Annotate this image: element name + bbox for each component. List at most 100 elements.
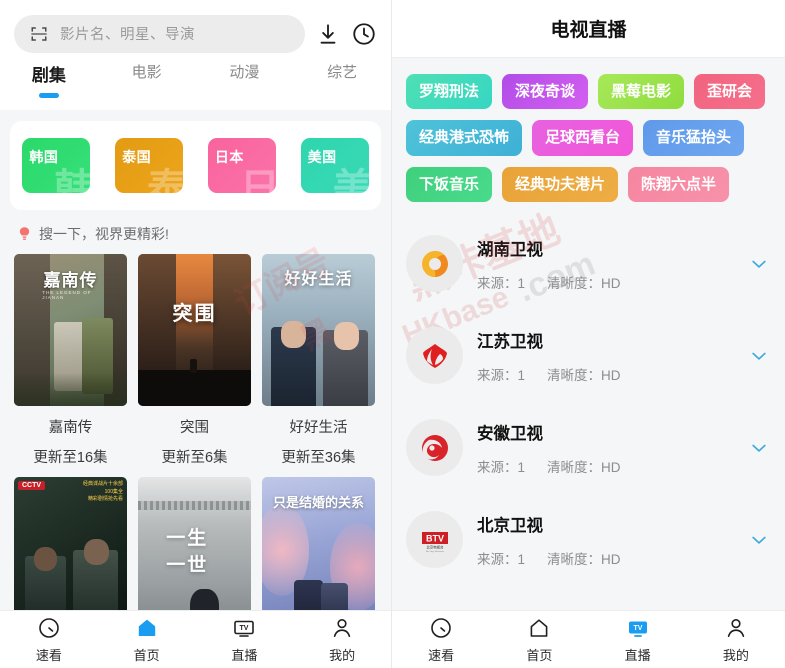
region-chip-korea[interactable]: 韩国 韩: [22, 138, 91, 193]
nav-label: 直播: [231, 647, 258, 663]
bottom-navigation[interactable]: 速看 首页 TV 直播 我的: [0, 610, 391, 668]
poster-grid: 嘉南传 THE LEGEND OF JIANAN 嘉南传 更新至16集 突围 突…: [0, 254, 391, 629]
nav-item-quickview[interactable]: 速看: [0, 616, 98, 664]
poster-card[interactable]: 一生一世: [138, 477, 251, 629]
dual-phone-screenshot: 影片名、明星、导演 剧集 电影 动漫 综艺 韩国 韩 泰国 泰 日本 日 美国 …: [0, 0, 785, 668]
nav-item-profile[interactable]: 我的: [293, 616, 391, 664]
nav-item-live[interactable]: TV 直播: [589, 616, 687, 664]
user-icon: [724, 616, 748, 640]
search-header: 影片名、明星、导演: [0, 0, 391, 57]
channel-name: 湖南卫视: [477, 240, 543, 259]
channel-quality: 清晰度：HD: [547, 367, 621, 383]
nav-label: 速看: [35, 647, 62, 663]
scan-icon[interactable]: [30, 25, 48, 43]
tag-classic-hk-horror[interactable]: 经典港式恐怖: [406, 120, 523, 156]
nav-item-home[interactable]: 首页: [98, 616, 196, 664]
channel-source: 来源：1: [477, 367, 526, 383]
channel-source: 来源：1: [477, 275, 526, 291]
nav-item-live[interactable]: TV 直播: [196, 616, 294, 664]
poster-image[interactable]: 只是结婚的关系: [262, 477, 375, 629]
tab-movies[interactable]: 电影: [98, 61, 196, 94]
poster-title: 好好生活: [289, 420, 348, 436]
poster-image[interactable]: 好好生活: [262, 254, 375, 406]
region-chip-thailand[interactable]: 泰国 泰: [115, 138, 184, 193]
tag-football-west-stand[interactable]: 足球西看台: [532, 120, 634, 156]
svg-text:TV: TV: [633, 625, 642, 632]
channel-meta: 来源：1 清晰度：HD: [477, 364, 735, 384]
poster-episode-status: 更新至16集: [33, 450, 108, 466]
chevron-down-icon[interactable]: [749, 346, 769, 366]
search-tip-text: 搜一下，视界更精彩!: [39, 226, 169, 242]
region-shortcuts: 韩国 韩 泰国 泰 日本 日 美国 美: [10, 121, 381, 210]
poster-image[interactable]: 一生一世: [138, 477, 251, 629]
poster-image[interactable]: CCTV 经典谍战片十余部 100集全 精彩剧情抢先看: [14, 477, 127, 629]
speed-clock-icon: [37, 616, 61, 640]
poster-image[interactable]: 突围: [138, 254, 251, 406]
download-icon[interactable]: [315, 21, 341, 47]
channel-list: 湖南卫视 来源：1 清晰度：HD 江苏卫视 来源：1 清晰度：HD 安徽卫视 来…: [392, 214, 785, 586]
region-label: 美国: [307, 149, 337, 165]
channel-meta: 来源：1 清晰度：HD: [477, 548, 735, 568]
nav-label: 直播: [624, 647, 651, 663]
search-input[interactable]: 影片名、明星、导演: [14, 14, 305, 53]
chevron-down-icon[interactable]: [749, 438, 769, 458]
chevron-down-icon[interactable]: [749, 254, 769, 274]
nav-item-home[interactable]: 首页: [490, 616, 588, 664]
tag-chenxiang-630[interactable]: 陈翔六点半: [628, 166, 730, 202]
channel-row-jiangsu[interactable]: 江苏卫视 来源：1 清晰度：HD: [392, 310, 785, 402]
channel-name: 北京卫视: [477, 516, 543, 535]
poster-card[interactable]: CCTV 经典谍战片十余部 100集全 精彩剧情抢先看: [14, 477, 127, 629]
btv-logo: BTV 北京电视台 Bei Jing Television: [406, 511, 463, 569]
region-label: 泰国: [122, 149, 152, 165]
nav-label: 我的: [329, 647, 356, 663]
nav-item-profile[interactable]: 我的: [687, 616, 785, 664]
poster-episode-status: 更新至36集: [281, 450, 356, 466]
channel-source: 来源：1: [477, 551, 526, 567]
tag-blackberry-movies[interactable]: 黑莓电影: [598, 74, 685, 110]
region-ghost-char: 韩: [54, 167, 91, 193]
svg-text:BTV: BTV: [426, 533, 444, 543]
region-ghost-char: 泰: [147, 167, 184, 193]
category-tabs[interactable]: 剧集 电影 动漫 综艺: [0, 57, 391, 110]
svg-text:北京电视台: 北京电视台: [426, 544, 444, 549]
nav-label: 速看: [428, 647, 455, 663]
poster-image[interactable]: 嘉南传 THE LEGEND OF JIANAN: [14, 254, 127, 406]
poster-card[interactable]: 突围 突围 更新至6集: [138, 254, 251, 467]
region-chip-japan[interactable]: 日本 日: [207, 138, 276, 193]
poster-card[interactable]: 只是结婚的关系: [262, 477, 375, 629]
channel-info: 湖南卫视 来源：1 清晰度：HD: [477, 236, 735, 292]
lightbulb-icon: [18, 226, 31, 243]
channel-quality: 清晰度：HD: [547, 275, 621, 291]
tag-luoxiang-criminal-law[interactable]: 罗翔刑法: [406, 74, 493, 110]
tag-music-lift[interactable]: 音乐猛抬头: [643, 120, 745, 156]
tab-dramas[interactable]: 剧集: [0, 61, 98, 98]
channel-row-hunan[interactable]: 湖南卫视 来源：1 清晰度：HD: [392, 218, 785, 310]
tag-classic-kungfu-hk[interactable]: 经典功夫港片: [502, 166, 619, 202]
nav-item-quickview[interactable]: 速看: [392, 616, 490, 664]
channel-row-anhui[interactable]: 安徽卫视 来源：1 清晰度：HD: [392, 402, 785, 494]
tag-dinner-music[interactable]: 下饭音乐: [406, 166, 493, 202]
poster-card[interactable]: 嘉南传 THE LEGEND OF JIANAN 嘉南传 更新至16集: [14, 254, 127, 467]
user-icon: [330, 616, 354, 640]
nav-label: 首页: [133, 647, 160, 663]
svg-text:TV: TV: [240, 625, 249, 632]
tab-active-indicator: [38, 93, 59, 98]
tab-anime[interactable]: 动漫: [196, 61, 294, 94]
bottom-navigation[interactable]: 速看 首页 TV 直播 我的: [392, 610, 785, 668]
poster-card[interactable]: 好好生活 好好生活 更新至36集: [262, 254, 375, 467]
tab-label: 综艺: [327, 64, 358, 81]
channel-info: 江苏卫视 来源：1 清晰度：HD: [477, 328, 735, 384]
channel-source: 来源：1: [477, 459, 526, 475]
chevron-down-icon[interactable]: [749, 530, 769, 550]
channel-row-beijing[interactable]: BTV 北京电视台 Bei Jing Television 北京卫视 来源：1 …: [392, 494, 785, 586]
speed-clock-icon: [429, 616, 453, 640]
channel-meta: 来源：1 清晰度：HD: [477, 272, 735, 292]
channel-tag-cloud[interactable]: 罗翔刑法 深夜奇谈 黑莓电影 歪研会 经典港式恐怖 足球西看台 音乐猛抬头 下饭…: [392, 58, 785, 214]
channel-info: 北京卫视 来源：1 清晰度：HD: [477, 512, 735, 568]
tag-waiyanhui[interactable]: 歪研会: [694, 74, 766, 110]
region-chip-usa[interactable]: 美国 美: [300, 138, 369, 193]
channel-name: 江苏卫视: [477, 332, 543, 351]
clock-history-icon[interactable]: [351, 21, 377, 47]
tab-variety[interactable]: 综艺: [293, 61, 391, 94]
tag-midnight-tales[interactable]: 深夜奇谈: [502, 74, 589, 110]
